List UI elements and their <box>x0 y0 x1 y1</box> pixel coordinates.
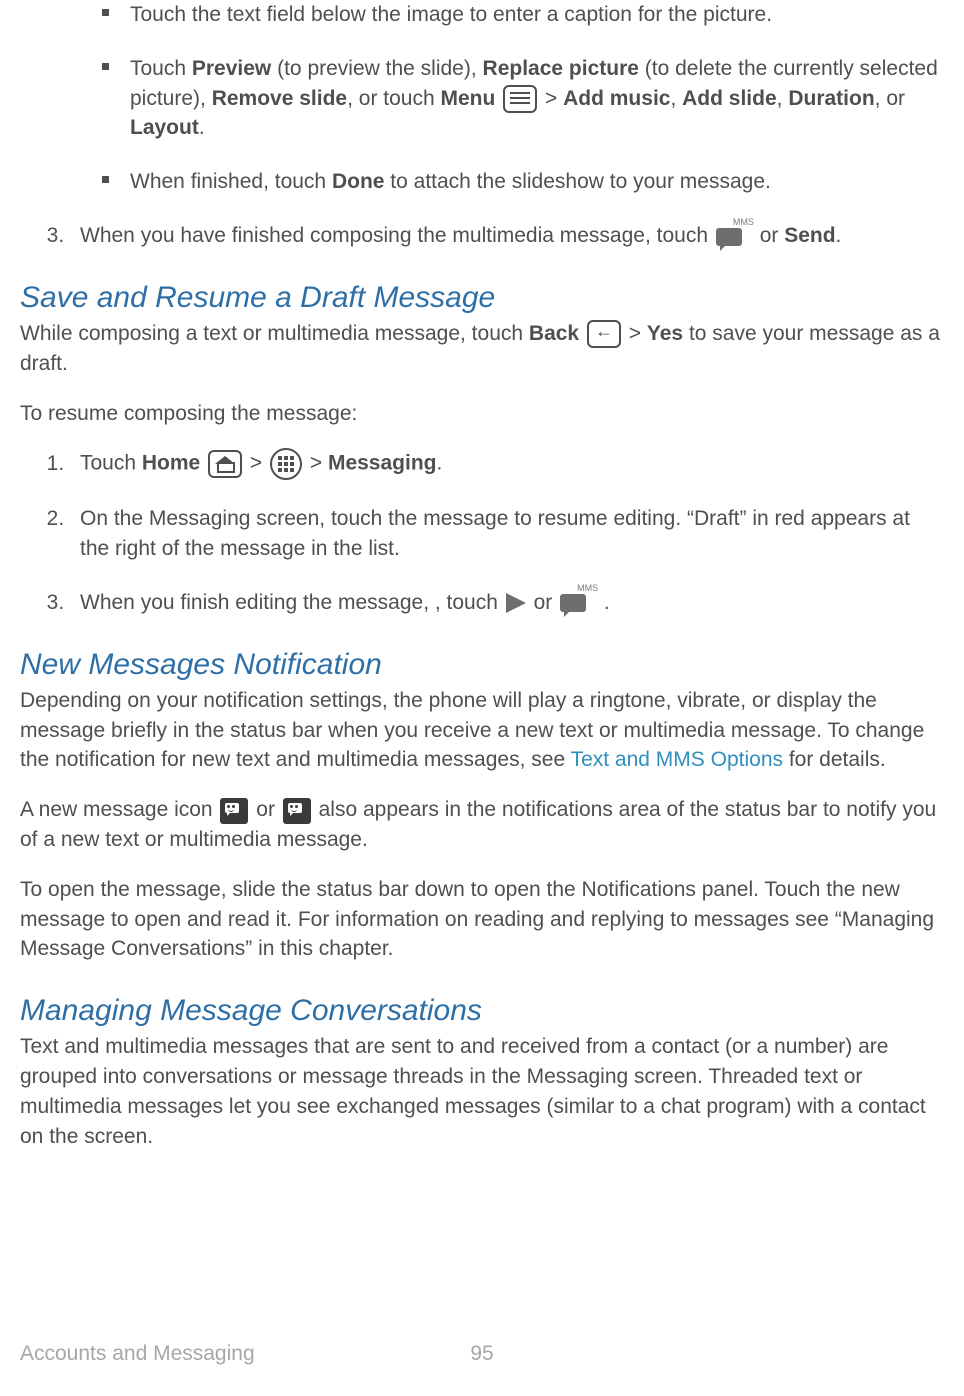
text: . <box>836 224 842 247</box>
link-text-mms-options[interactable]: Text and MMS Options <box>571 748 783 771</box>
paragraph-conversations: Text and multimedia messages that are se… <box>20 1032 944 1151</box>
step-send-mms: When you have finished composing the mul… <box>70 221 944 251</box>
mms-label: MMS <box>733 216 754 229</box>
text: , or <box>875 87 905 110</box>
bold-messaging: Messaging <box>328 452 437 475</box>
mms-send-icon: MMS <box>716 224 752 250</box>
text: Touch <box>130 57 192 80</box>
text: > <box>244 452 268 475</box>
heading-new-messages: New Messages Notification <box>20 648 944 682</box>
mms-send-icon: MMS <box>560 590 596 616</box>
text: When you have finished composing the mul… <box>80 224 714 247</box>
paragraph-resume-intro: To resume composing the message: <box>20 399 944 429</box>
bold-menu: Menu <box>441 87 496 110</box>
text: When finished, touch <box>130 170 332 193</box>
text: Touch the text field below the image to … <box>130 3 772 26</box>
text: or <box>528 591 558 614</box>
text: , <box>777 87 789 110</box>
home-icon <box>208 450 242 478</box>
text: for details. <box>783 748 886 771</box>
text: Touch <box>80 452 142 475</box>
text: . <box>598 591 610 614</box>
bold-yes: Yes <box>647 322 683 345</box>
text: (to preview the slide), <box>271 57 482 80</box>
text: or <box>754 224 784 247</box>
bold-layout: Layout <box>130 116 199 139</box>
footer-chapter: Accounts and Messaging <box>20 1342 255 1365</box>
bullet-slide-options: Touch Preview (to preview the slide), Re… <box>102 54 944 143</box>
bold-done: Done <box>332 170 385 193</box>
paragraph-notification-settings: Depending on your notification settings,… <box>20 686 944 775</box>
text: > <box>304 452 328 475</box>
bold-preview: Preview <box>192 57 271 80</box>
text: A new message icon <box>20 798 218 821</box>
bold-replace-picture: Replace picture <box>483 57 639 80</box>
bullet-done: When finished, touch Done to attach the … <box>102 167 944 197</box>
text: , or touch <box>347 87 440 110</box>
text: . <box>436 452 442 475</box>
new-mms-icon <box>283 798 311 824</box>
text: > <box>623 322 647 345</box>
text: , <box>670 87 682 110</box>
bold-home: Home <box>142 452 200 475</box>
step-home-messaging: Touch Home > > Messaging. <box>70 448 944 480</box>
text: On the Messaging screen, touch the messa… <box>80 507 910 560</box>
apps-icon <box>270 448 302 480</box>
footer-page-number: 95 <box>470 1342 493 1366</box>
bold-remove-slide: Remove slide <box>212 87 347 110</box>
bold-add-music: Add music <box>563 87 670 110</box>
bullet-caption: Touch the text field below the image to … <box>102 0 944 30</box>
text: . <box>199 116 205 139</box>
send-icon <box>506 593 526 613</box>
mms-label: MMS <box>577 582 598 595</box>
paragraph-save-draft: While composing a text or multimedia mes… <box>20 319 944 379</box>
bold-add-slide: Add slide <box>682 87 777 110</box>
text: or <box>250 798 280 821</box>
step-resume-edit: On the Messaging screen, touch the messa… <box>70 504 944 564</box>
paragraph-open-message: To open the message, slide the status ba… <box>20 875 944 964</box>
step-finish-edit: When you finish editing the message, , t… <box>70 588 944 618</box>
heading-save-resume: Save and Resume a Draft Message <box>20 281 944 315</box>
page-footer: Accounts and Messaging 95 <box>20 1342 944 1366</box>
bold-duration: Duration <box>788 87 874 110</box>
bold-send: Send <box>784 224 835 247</box>
back-icon <box>587 320 621 348</box>
text: While composing a text or multimedia mes… <box>20 322 529 345</box>
new-message-icon <box>220 798 248 824</box>
heading-managing-conversations: Managing Message Conversations <box>20 994 944 1028</box>
text: to attach the slideshow to your message. <box>384 170 770 193</box>
paragraph-new-message-icon: A new message icon or also appears in th… <box>20 795 944 855</box>
text: When you finish editing the message, , t… <box>80 591 504 614</box>
text: > <box>539 87 563 110</box>
menu-icon <box>503 85 537 113</box>
bold-back: Back <box>529 322 579 345</box>
